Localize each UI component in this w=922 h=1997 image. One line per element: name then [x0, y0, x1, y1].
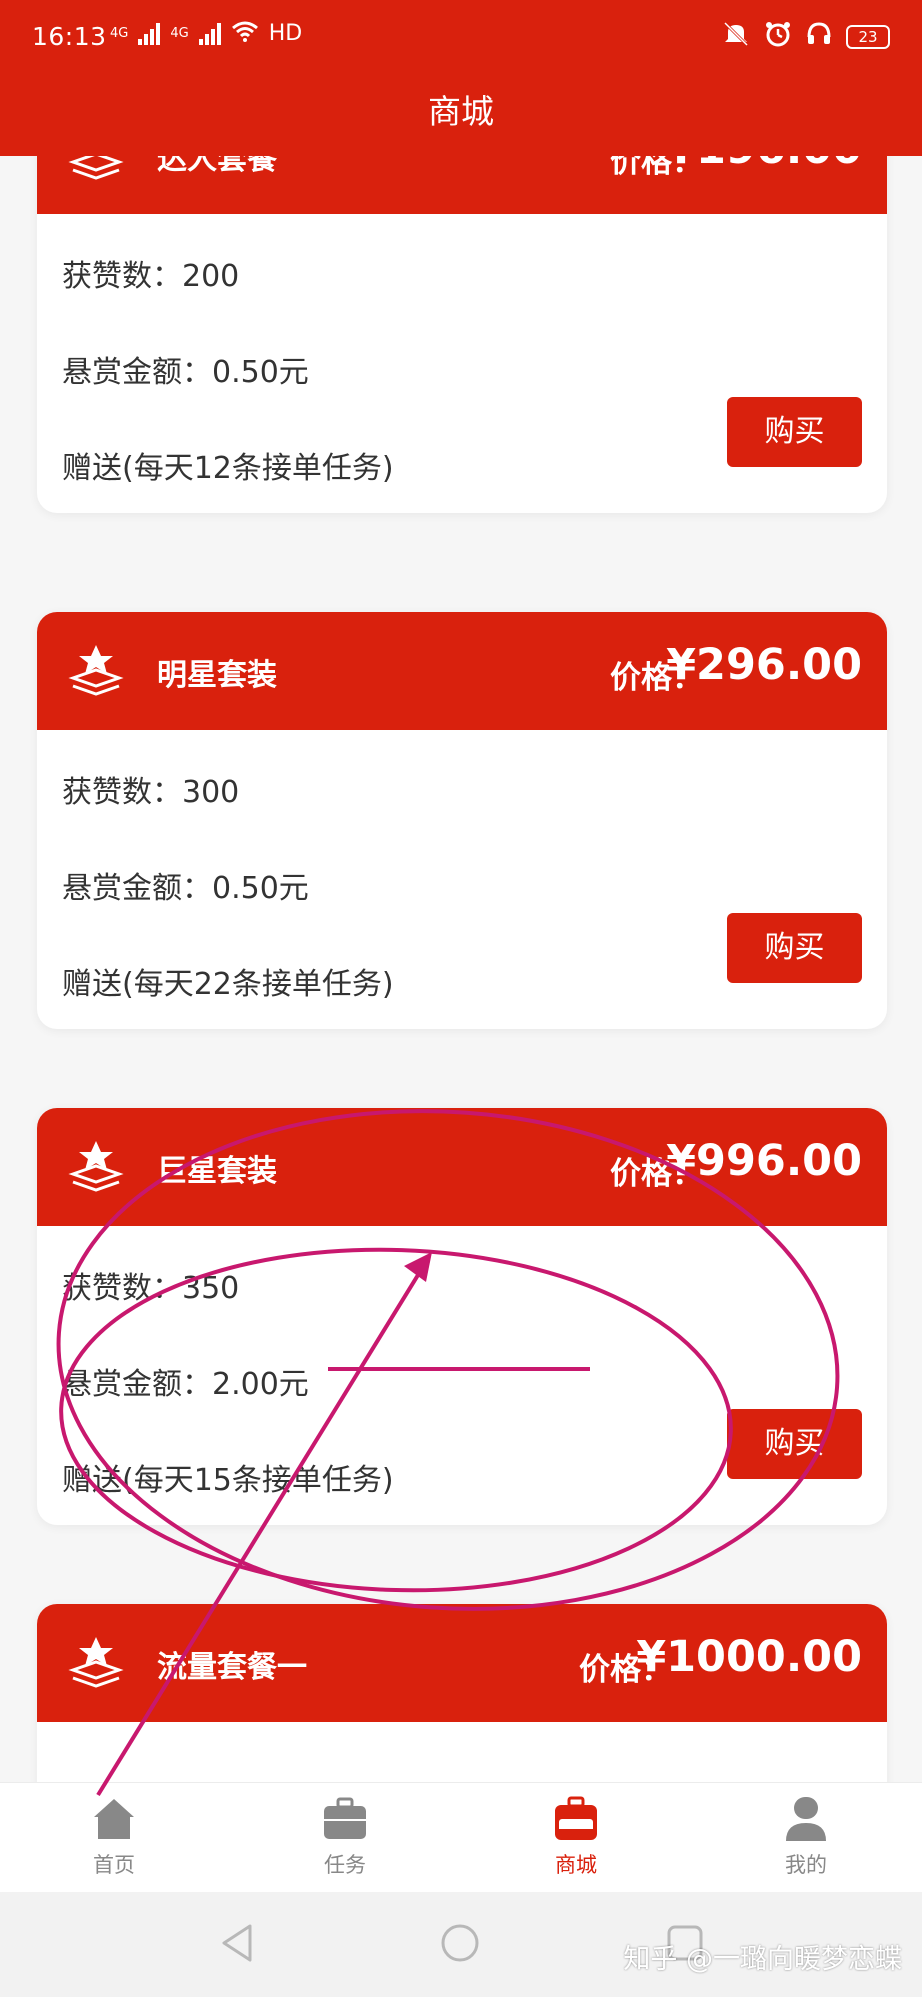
- wifi-icon: [231, 20, 259, 47]
- network-type-1: 4G: [110, 26, 129, 41]
- buy-button[interactable]: 购买: [727, 397, 862, 467]
- gift-info: 赠送(每天22条接单任务): [62, 967, 394, 1002]
- page-title: 商城: [428, 92, 494, 131]
- package-name: 达人套餐: [157, 156, 277, 177]
- signal-icon: [198, 22, 221, 45]
- mute-icon: [722, 21, 750, 53]
- status-system-icons: 23: [722, 20, 890, 54]
- package-price: ¥1000.00: [636, 1632, 862, 1682]
- likes-count: 获赞数：200: [62, 259, 240, 294]
- home-icon: [94, 1799, 134, 1839]
- alarm-icon: [764, 20, 792, 54]
- package-name: 巨星套装: [157, 1154, 277, 1189]
- back-icon[interactable]: [218, 1922, 256, 1964]
- package-card-header: 流量套餐一 价格： ¥1000.00: [37, 1604, 887, 1722]
- tab-label: 我的: [785, 1853, 827, 1877]
- reward-amount: 悬赏金额：0.50元: [62, 355, 309, 390]
- likes-count: 获赞数：350: [62, 1271, 240, 1306]
- buy-button[interactable]: 购买: [727, 913, 862, 983]
- wifi-hd-label: HD: [268, 21, 303, 46]
- reward-amount: 悬赏金额：2.00元: [62, 1367, 309, 1402]
- tab-mine[interactable]: 我的: [746, 1795, 866, 1879]
- gift-info: 赠送(每天15条接单任务): [62, 1463, 394, 1498]
- package-card: 流量套餐一 价格： ¥1000.00: [37, 1604, 887, 1782]
- tab-label: 任务: [324, 1853, 366, 1877]
- tab-home[interactable]: 首页: [54, 1795, 174, 1879]
- gift-info: 赠送(每天12条接单任务): [62, 451, 394, 486]
- package-name: 流量套餐一: [157, 1650, 307, 1685]
- package-card: 巨星套装 价格： ¥996.00 获赞数：350 悬赏金额：2.00元 赠送(每…: [37, 1108, 887, 1525]
- star-stack-icon: [68, 156, 124, 180]
- shop-bag-icon: [555, 1796, 597, 1840]
- battery-icon: 23: [846, 25, 890, 49]
- star-stack-icon: [68, 1141, 124, 1192]
- package-card-header: 明星套装 价格： ¥296.00: [37, 612, 887, 730]
- tab-label: 首页: [93, 1853, 135, 1877]
- network-type-2: 4G: [170, 26, 189, 41]
- user-icon: [786, 1797, 826, 1841]
- package-price: ¥996.00: [666, 1136, 862, 1186]
- tab-tasks[interactable]: 任务: [285, 1795, 405, 1879]
- package-price: ¥296.00: [666, 640, 862, 690]
- package-card-header: 巨星套装 价格： ¥996.00: [37, 1108, 887, 1226]
- status-time: 16:13: [32, 22, 107, 51]
- likes-count: 获赞数：300: [62, 775, 240, 810]
- home-circle-icon[interactable]: [440, 1923, 480, 1963]
- package-card-header: 达人套餐 价格： ¥196.00: [37, 156, 887, 214]
- app-header: 16:13 4G 4G HD 23 商城: [0, 0, 922, 156]
- bottom-tabbar: 首页 任务 商城 我的: [0, 1782, 922, 1892]
- status-network: 4G 4G HD: [110, 20, 302, 47]
- package-name: 明星套装: [157, 658, 277, 693]
- star-stack-icon: [68, 1637, 124, 1688]
- star-stack-icon: [68, 645, 124, 696]
- package-card: 达人套餐 价格： ¥196.00 获赞数：200 悬赏金额：0.50元 赠送(每…: [37, 156, 887, 513]
- package-list[interactable]: 达人套餐 价格： ¥196.00 获赞数：200 悬赏金额：0.50元 赠送(每…: [0, 156, 922, 1782]
- package-card: 明星套装 价格： ¥296.00 获赞数：300 悬赏金额：0.50元 赠送(每…: [37, 612, 887, 1029]
- briefcase-icon: [324, 1797, 366, 1839]
- signal-icon: [138, 22, 161, 45]
- buy-button[interactable]: 购买: [727, 1409, 862, 1479]
- tab-shop[interactable]: 商城: [516, 1795, 636, 1879]
- tab-label: 商城: [555, 1853, 597, 1877]
- watermark: 知乎 @一璐向暖梦恋蝶: [623, 1944, 902, 1975]
- headset-icon: [806, 21, 832, 53]
- package-price: ¥196.00: [666, 156, 862, 174]
- reward-amount: 悬赏金额：0.50元: [62, 871, 309, 906]
